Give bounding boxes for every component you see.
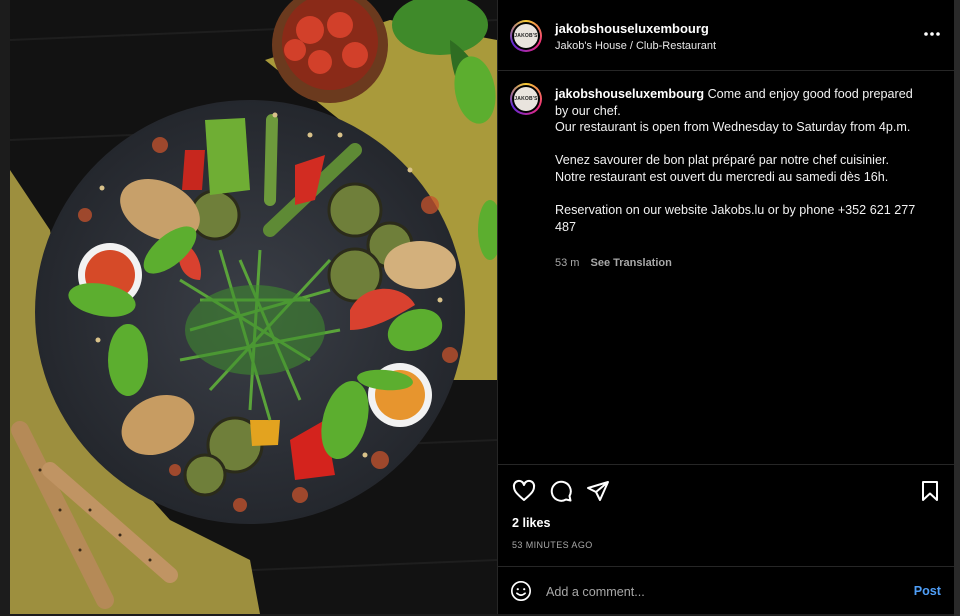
comment-icon[interactable]	[549, 479, 573, 503]
post-caption: jakobshouseluxembourg Come and enjoy goo…	[555, 86, 925, 235]
post-time: 53 MINUTES AGO	[512, 540, 593, 550]
post-photo[interactable]	[10, 0, 497, 614]
caption-line: Venez savourer de bon plat préparé par n…	[555, 153, 889, 168]
caption-meta: 53 m See Translation	[555, 257, 672, 269]
avatar-logo: JAKOB'S	[514, 87, 538, 111]
see-translation-button[interactable]: See Translation	[591, 257, 672, 269]
caption-timestamp: 53 m	[555, 257, 580, 269]
share-icon[interactable]	[586, 479, 610, 503]
food-platter-image	[10, 0, 497, 614]
username-link[interactable]: jakobshouseluxembourg	[555, 21, 709, 36]
likes-count[interactable]: 2 likes	[512, 516, 551, 530]
caption-username[interactable]: jakobshouseluxembourg	[555, 87, 704, 101]
caption-line: Notre restaurant est ouvert du mercredi …	[555, 169, 889, 184]
bookmark-icon[interactable]	[918, 479, 942, 503]
post-comment-button[interactable]: Post	[914, 584, 941, 598]
post-modal: JAKOB'S jakobshouseluxembourg Jakob's Ho…	[10, 0, 954, 614]
emoji-icon[interactable]	[510, 580, 532, 602]
location-link[interactable]: Jakob's House / Club-Restaurant	[555, 40, 716, 52]
post-actions: 2 likes 53 MINUTES AGO	[498, 464, 954, 567]
caption-line: Reservation on our website Jakobs.lu or …	[555, 203, 916, 234]
caption-avatar[interactable]: JAKOB'S	[510, 83, 542, 115]
caption-line: Our restaurant is open from Wednesday to…	[555, 120, 911, 135]
avatar-logo: JAKOB'S	[514, 24, 538, 48]
window-edge	[954, 0, 960, 616]
avatar[interactable]: JAKOB'S	[510, 20, 542, 52]
comment-bar: Post	[498, 566, 954, 614]
post-header: JAKOB'S jakobshouseluxembourg Jakob's Ho…	[498, 0, 954, 71]
more-options-icon[interactable]	[923, 24, 941, 38]
comment-input[interactable]	[544, 581, 888, 603]
heart-icon[interactable]	[512, 479, 536, 503]
post-details-panel: JAKOB'S jakobshouseluxembourg Jakob's Ho…	[497, 0, 954, 614]
